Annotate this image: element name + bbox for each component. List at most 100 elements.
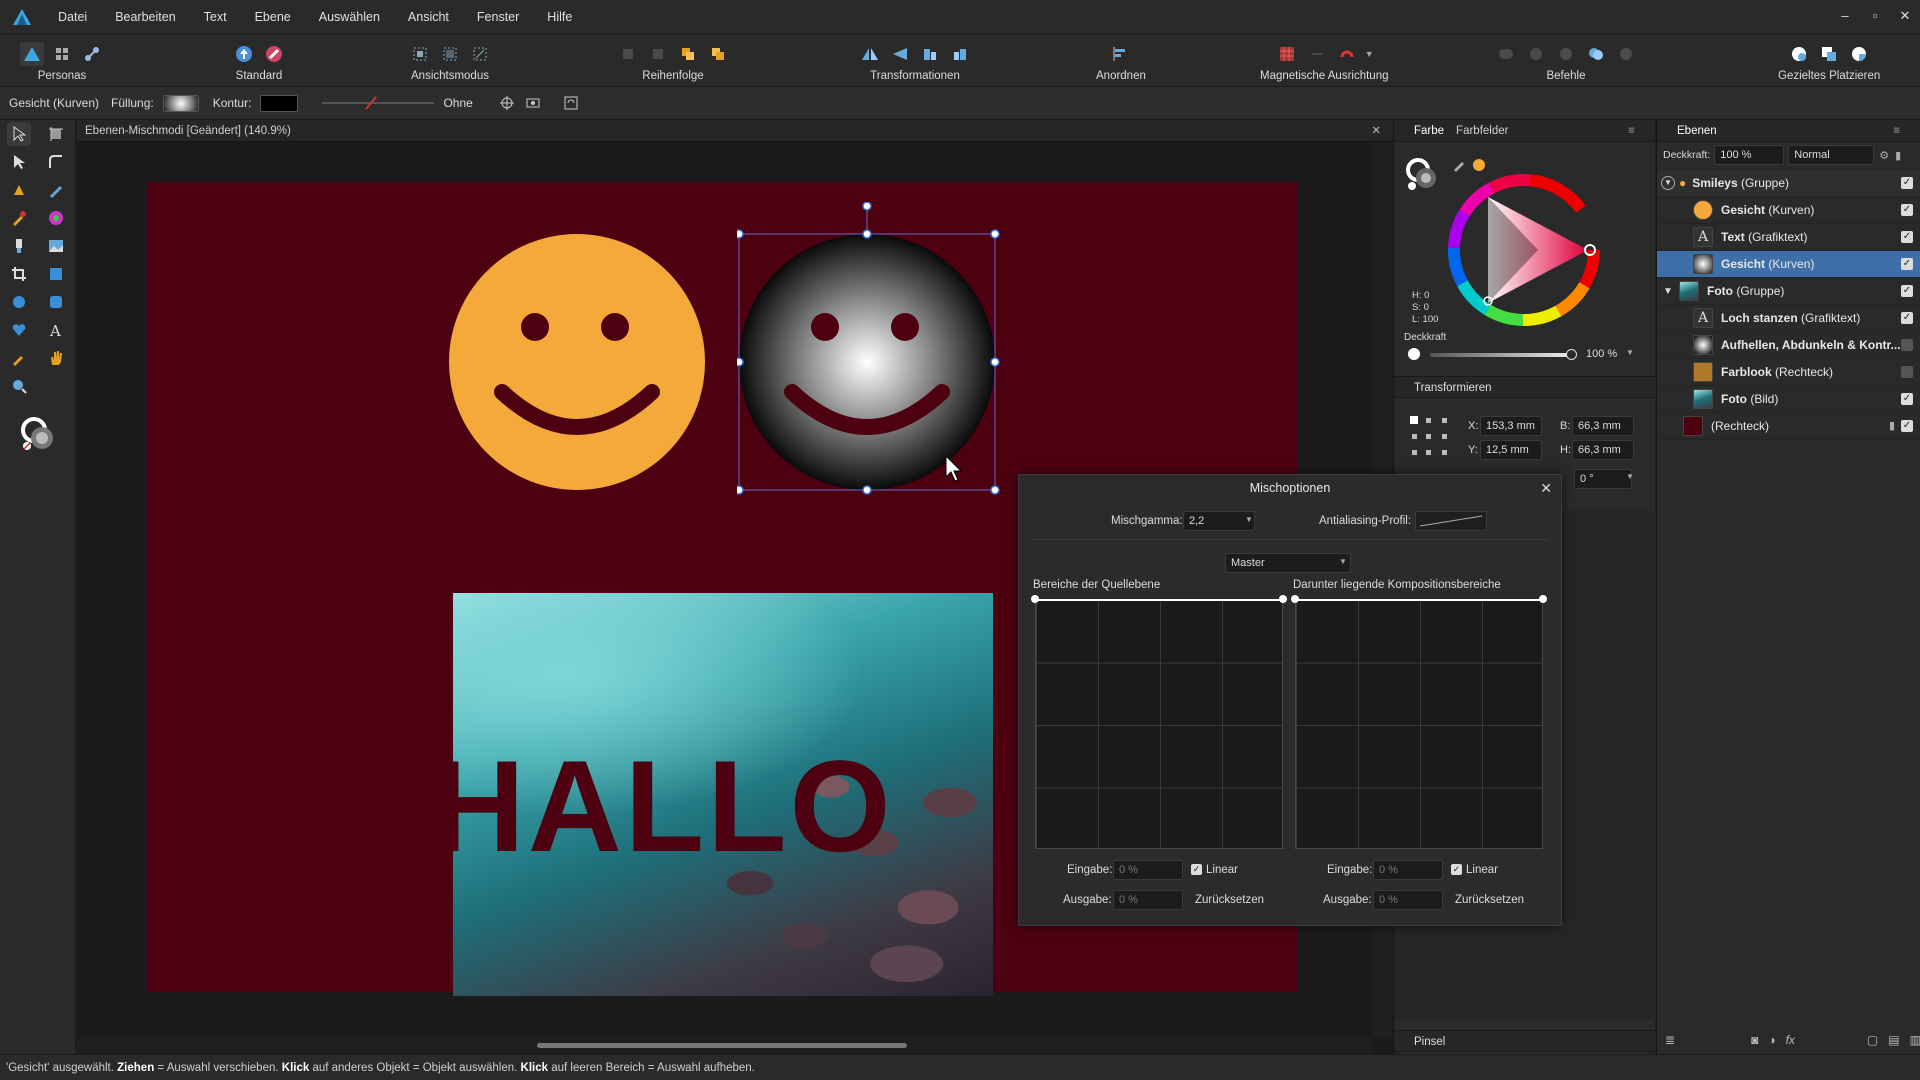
expand-group-icon[interactable]: ▼	[1663, 286, 1675, 297]
photo-image[interactable]: HALLO	[453, 593, 993, 996]
layer-opacity-input[interactable]: 100 %	[1714, 145, 1785, 165]
tab-farbfelder[interactable]: Farbfelder	[1456, 125, 1508, 137]
menu-hilfe[interactable]: Hilfe	[533, 0, 586, 34]
snapping-grid-icon[interactable]	[1275, 42, 1299, 66]
color-wheel[interactable]	[1444, 170, 1604, 330]
document-tab[interactable]: Ebenen-Mischmodi [Geändert] (140.9%) ✕	[77, 120, 1393, 142]
export-persona-icon[interactable]	[80, 42, 104, 66]
boolean-add-icon[interactable]	[1494, 42, 1518, 66]
layer-row[interactable]: Foto (Bild) ✓	[1657, 386, 1920, 413]
visibility-checkbox[interactable]: ✓	[1901, 177, 1913, 189]
rotation-dropdown-icon[interactable]: ▼	[1626, 472, 1634, 481]
x-input[interactable]: 153,3 mm	[1480, 416, 1542, 436]
tab-farbe[interactable]: Farbe	[1414, 125, 1444, 137]
node-tool-icon[interactable]	[7, 150, 31, 174]
visibility-checkbox[interactable]: ✓	[1901, 366, 1913, 378]
vector-brush-icon[interactable]	[7, 206, 31, 230]
eyedropper-tool-icon[interactable]	[7, 346, 31, 370]
menu-auswaehlen[interactable]: Auswählen	[305, 0, 394, 34]
view-mode-1-icon[interactable]	[408, 42, 432, 66]
insert-behind-icon[interactable]	[1787, 42, 1811, 66]
boolean-subtract-icon[interactable]	[1524, 42, 1548, 66]
close-document-icon[interactable]: ✕	[1371, 120, 1381, 142]
rectangle-tool-icon[interactable]	[44, 262, 68, 286]
snapping-option-icon[interactable]	[1305, 42, 1329, 66]
text-tool-icon[interactable]: A	[44, 318, 68, 342]
mask-icon[interactable]: ◙	[1751, 1033, 1758, 1047]
place-image-icon[interactable]	[44, 234, 68, 258]
snapping-dropdown-icon[interactable]: ▼	[1365, 49, 1374, 59]
source-output-field[interactable]: 0 %	[1113, 890, 1183, 910]
source-input-field[interactable]: 0 %	[1113, 860, 1183, 880]
dialog-close-icon[interactable]: ✕	[1540, 480, 1552, 497]
color-picker-tool-icon[interactable]	[44, 206, 68, 230]
designer-persona-icon[interactable]	[20, 42, 44, 66]
layer-row[interactable]: A Text (Grafiktext) ✓	[1657, 224, 1920, 251]
anchor-grid-icon[interactable]	[1408, 414, 1452, 458]
pencil-tool-icon[interactable]	[44, 178, 68, 202]
menu-bearbeiten[interactable]: Bearbeiten	[101, 0, 189, 34]
heart-shape-tool-icon[interactable]	[7, 318, 31, 342]
width-input[interactable]: 66,3 mm	[1572, 416, 1634, 436]
gamma-dropdown-icon[interactable]: ▼	[1245, 515, 1253, 524]
edit-gradient-icon[interactable]	[521, 91, 545, 115]
insert-inside-icon[interactable]	[1847, 42, 1871, 66]
source-range-graph[interactable]	[1035, 599, 1283, 849]
layer-row-selected[interactable]: Gesicht (Kurven) ✓	[1657, 251, 1920, 278]
move-to-front-icon[interactable]	[706, 42, 730, 66]
opacity-value[interactable]: 100 %	[1586, 348, 1617, 360]
menu-fenster[interactable]: Fenster	[463, 0, 533, 34]
visibility-checkbox[interactable]: ✓	[1901, 258, 1913, 270]
opacity-slider-handle[interactable]	[1566, 349, 1577, 360]
zoom-tool-icon[interactable]	[7, 374, 31, 398]
visibility-checkbox[interactable]: ✓	[1901, 285, 1913, 297]
underlying-input-field[interactable]: 0 %	[1373, 860, 1443, 880]
hand-tool-icon[interactable]	[44, 346, 68, 370]
crop-tool-icon[interactable]	[7, 262, 31, 286]
stroke-swatch[interactable]	[260, 94, 299, 112]
minimize-button[interactable]: –	[1830, 0, 1860, 34]
pen-tool-icon[interactable]	[7, 178, 31, 202]
boolean-xor-icon[interactable]	[1584, 42, 1608, 66]
delete-layer-icon[interactable]: ▥	[1910, 1033, 1920, 1047]
adjustment-icon[interactable]: ◑	[1768, 1033, 1775, 1047]
align-icon[interactable]	[1109, 42, 1133, 66]
visibility-checkbox[interactable]: ✓	[1901, 312, 1913, 324]
antialiasing-curve[interactable]	[1415, 511, 1487, 531]
view-mode-3-icon[interactable]	[468, 42, 492, 66]
smiley-face-gradient[interactable]	[737, 202, 1007, 502]
channel-select[interactable]: Master	[1225, 553, 1351, 573]
affinity-logo-icon[interactable]	[0, 0, 44, 34]
close-window-button[interactable]: ✕	[1890, 0, 1920, 34]
y-input[interactable]: 12,5 mm	[1480, 440, 1542, 460]
layer-row[interactable]: Farblook (Rechteck) ✓	[1657, 359, 1920, 386]
panel-menu-icon[interactable]: ≡	[1628, 125, 1635, 137]
add-layer-icon[interactable]: ▢	[1867, 1033, 1878, 1047]
layer-stack-icon[interactable]: ≣	[1665, 1033, 1675, 1047]
ellipse-tool-icon[interactable]	[7, 290, 31, 314]
move-to-back-icon[interactable]	[616, 42, 640, 66]
flip-vertical-icon[interactable]	[888, 42, 912, 66]
move-tool-icon[interactable]	[7, 122, 31, 146]
view-mode-2-icon[interactable]	[438, 42, 462, 66]
horizontal-scrollbar[interactable]	[77, 1038, 1371, 1054]
restore-button[interactable]: ▫	[1860, 0, 1890, 34]
visibility-checkbox[interactable]: ✓	[1901, 204, 1913, 216]
source-reset-button[interactable]: Zurücksetzen	[1195, 894, 1264, 906]
menu-text[interactable]: Text	[190, 0, 241, 34]
layer-row[interactable]: ▼ Foto (Gruppe) ✓	[1657, 278, 1920, 305]
visibility-checkbox[interactable]: ✓	[1901, 393, 1913, 405]
rotate-right-icon[interactable]	[948, 42, 972, 66]
blend-mode-select[interactable]: Normal	[1788, 145, 1875, 165]
assistant-icon[interactable]	[262, 42, 286, 66]
menu-datei[interactable]: Datei	[44, 0, 101, 34]
layer-row[interactable]: A Loch stanzen (Grafiktext) ✓	[1657, 305, 1920, 332]
rotate-left-icon[interactable]	[918, 42, 942, 66]
underlying-range-graph[interactable]	[1295, 599, 1543, 849]
stroke-width-slider[interactable]	[322, 96, 435, 110]
menu-ansicht[interactable]: Ansicht	[394, 0, 463, 34]
boolean-divide-icon[interactable]	[1614, 42, 1638, 66]
fx-icon[interactable]: fx	[1786, 1033, 1795, 1047]
horizontal-scroll-thumb[interactable]	[537, 1043, 907, 1048]
underlying-linear-checkbox[interactable]: ✓ Linear	[1451, 864, 1498, 876]
